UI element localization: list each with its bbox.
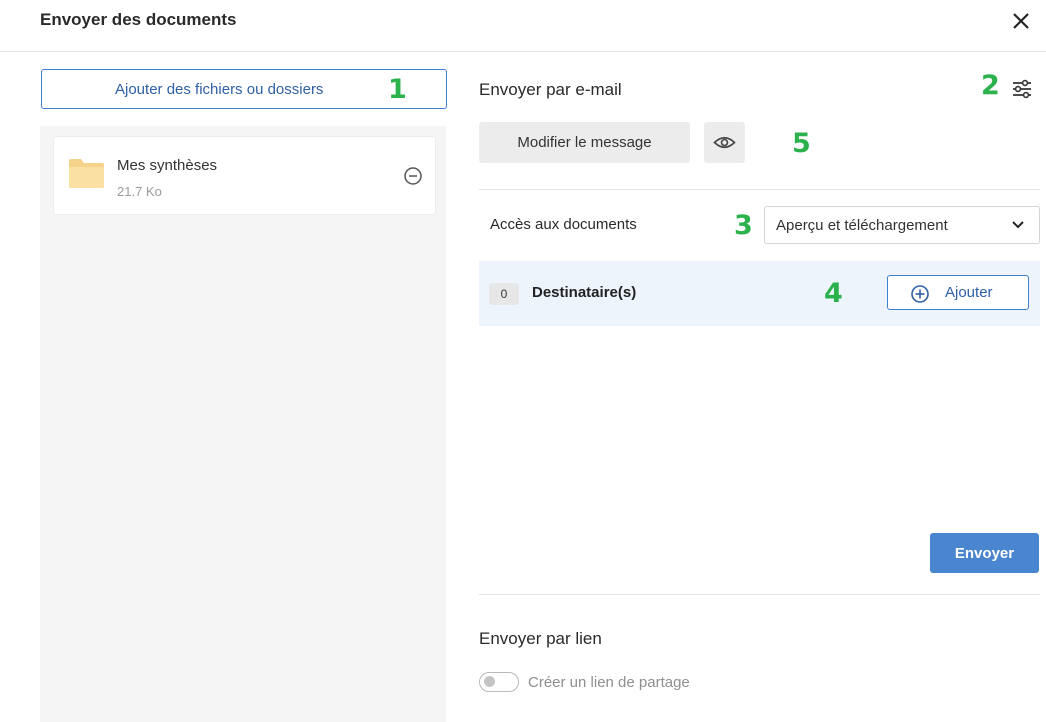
plus-circle-icon xyxy=(911,285,929,303)
link-section-title: Envoyer par lien xyxy=(479,629,602,648)
access-label: Accès aux documents xyxy=(490,216,637,233)
modify-message-button[interactable]: Modifier le message xyxy=(479,122,690,163)
add-recipient-button[interactable]: Ajouter xyxy=(887,275,1029,310)
email-section-title: Envoyer par e-mail xyxy=(479,80,622,99)
recipients-label: Destinataire(s) xyxy=(532,284,637,301)
annotation-3: 3 xyxy=(734,210,753,241)
share-link-toggle-label: Créer un lien de partage xyxy=(528,674,690,691)
annotation-2: 2 xyxy=(981,70,1000,101)
files-panel xyxy=(40,126,446,722)
minus-circle-icon[interactable] xyxy=(403,166,423,186)
annotation-1: 1 xyxy=(388,74,407,105)
share-link-toggle[interactable] xyxy=(479,672,519,692)
dialog-title: Envoyer des documents xyxy=(40,10,237,29)
annotation-4: 4 xyxy=(824,278,843,309)
divider xyxy=(479,189,1040,190)
close-icon xyxy=(1013,13,1029,29)
file-size: 21.7 Ko xyxy=(117,184,162,199)
close-button[interactable] xyxy=(1006,6,1036,36)
chevron-down-icon xyxy=(1012,221,1024,229)
divider xyxy=(479,594,1040,595)
recipients-row: 0 Destinataire(s) Ajouter xyxy=(479,261,1040,326)
file-item: Mes synthèses 21.7 Ko xyxy=(53,136,436,215)
access-select[interactable]: Aperçu et téléchargement xyxy=(764,206,1040,244)
add-recipient-label: Ajouter xyxy=(945,284,993,301)
send-button[interactable]: Envoyer xyxy=(930,533,1039,573)
annotation-5: 5 xyxy=(792,128,811,159)
settings-sliders-icon[interactable] xyxy=(1011,78,1033,100)
folder-icon xyxy=(69,159,104,188)
add-files-button[interactable]: Ajouter des fichiers ou dossiers xyxy=(41,69,447,109)
preview-button[interactable] xyxy=(704,122,745,163)
dialog-header: Envoyer des documents xyxy=(0,0,1046,52)
eye-icon xyxy=(713,136,736,149)
access-select-value: Aperçu et téléchargement xyxy=(776,217,948,234)
recipients-count: 0 xyxy=(489,283,519,305)
file-name: Mes synthèses xyxy=(117,157,218,174)
toggle-knob xyxy=(484,676,495,687)
